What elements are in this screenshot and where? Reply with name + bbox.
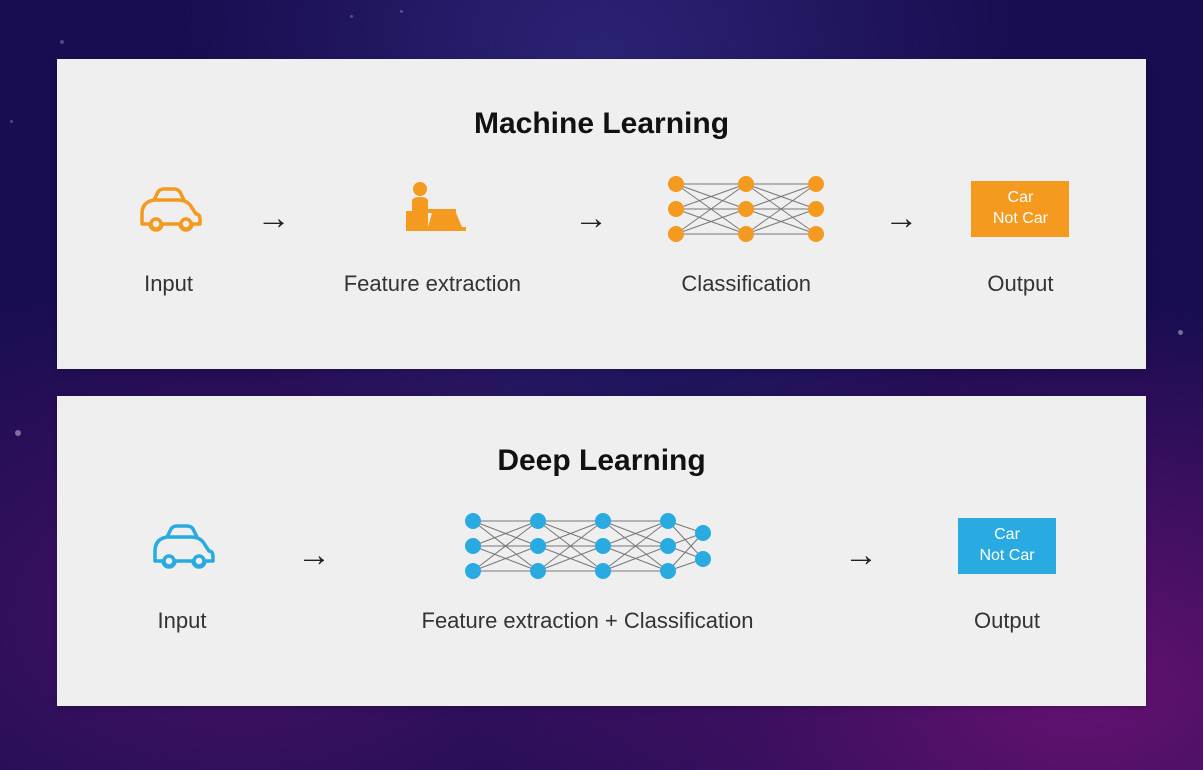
ml-title: Machine Learning <box>57 107 1146 141</box>
arrow-icon: → <box>844 536 878 575</box>
ml-input-label: Input <box>144 271 193 297</box>
ml-output-label: Output <box>987 271 1053 297</box>
ml-output-badge: Car Not Car <box>971 181 1069 237</box>
dl-combined-label: Feature extraction + Classification <box>422 608 754 634</box>
ml-feature-label: Feature extraction <box>344 271 521 297</box>
ml-feature-stage: Feature extraction <box>344 169 521 297</box>
ml-classification-stage: Classification <box>661 169 831 297</box>
ml-output-stage: Car Not Car Output <box>971 169 1069 297</box>
dl-output-label: Output <box>974 608 1040 634</box>
deep-neural-network-icon <box>458 506 718 586</box>
dl-output-line2: Not Car <box>979 546 1034 567</box>
ml-pipeline-row: Input → Feature extraction → <box>57 169 1146 297</box>
dl-input-stage: Input <box>147 506 217 634</box>
arrow-icon: → <box>574 199 608 238</box>
dl-output-stage: Car Not Car Output <box>958 506 1056 634</box>
dl-panel: Deep Learning Input → <box>57 396 1146 706</box>
ml-panel: Machine Learning Input → <box>57 59 1146 369</box>
car-icon <box>134 169 204 249</box>
dl-input-label: Input <box>158 608 207 634</box>
ml-output-line2: Not Car <box>993 209 1048 230</box>
arrow-icon: → <box>257 199 291 238</box>
dl-output-badge: Car Not Car <box>958 518 1056 574</box>
person-laptop-icon <box>392 169 472 249</box>
ml-classification-label: Classification <box>681 271 811 297</box>
ml-input-stage: Input <box>134 169 204 297</box>
arrow-icon: → <box>297 536 331 575</box>
car-icon <box>147 506 217 586</box>
neural-network-icon <box>661 169 831 249</box>
dl-combined-stage: Feature extraction + Classification <box>411 506 764 634</box>
ml-output-line1: Car <box>1008 188 1034 209</box>
arrow-icon: → <box>884 199 918 238</box>
dl-output-line1: Car <box>994 525 1020 546</box>
dl-pipeline-row: Input → <box>57 506 1146 634</box>
dl-title: Deep Learning <box>57 444 1146 478</box>
